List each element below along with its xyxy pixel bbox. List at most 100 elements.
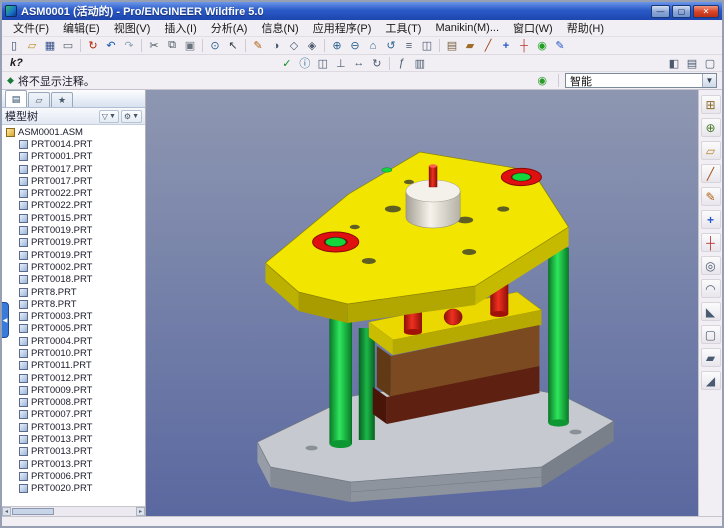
menu-item[interactable]: 分析(A) bbox=[204, 19, 255, 37]
save-icon[interactable]: ▦ bbox=[41, 38, 59, 54]
spin-center-toggle-icon[interactable]: ◉ bbox=[533, 38, 551, 54]
tree-item[interactable]: PRT8.PRT bbox=[2, 286, 145, 298]
guide-pillar-rear[interactable] bbox=[358, 328, 375, 440]
saved-views-icon[interactable]: ≡ bbox=[400, 38, 418, 54]
tree-item[interactable]: PRT0013.PRT bbox=[2, 433, 145, 445]
model-tree-toggle-icon[interactable]: ▤ bbox=[683, 55, 701, 71]
menu-item[interactable]: 工具(T) bbox=[378, 19, 428, 37]
tree-item[interactable]: PRT0019.PRT bbox=[2, 224, 145, 236]
menu-item[interactable]: Manikin(M)... bbox=[428, 21, 506, 35]
copy-icon[interactable]: ⧉ bbox=[163, 38, 181, 54]
tree-item[interactable]: PRT0013.PRT bbox=[2, 458, 145, 470]
tree-item[interactable]: PRT0010.PRT bbox=[2, 347, 145, 359]
datum-planes-toggle-icon[interactable]: ▰ bbox=[461, 38, 479, 54]
graphics-viewport[interactable] bbox=[146, 90, 698, 516]
return-spring-dome[interactable] bbox=[443, 308, 463, 326]
maximize-button[interactable]: ▢ bbox=[672, 4, 691, 18]
shaded-display-icon[interactable]: ◑ bbox=[267, 38, 285, 54]
sketch-tool-icon[interactable]: ✎ bbox=[700, 187, 721, 206]
3d-viewport-canvas[interactable] bbox=[146, 90, 698, 516]
guide-bushing-front[interactable] bbox=[312, 231, 360, 253]
tree-item[interactable]: PRT0011.PRT bbox=[2, 360, 145, 372]
datum-points-toggle-icon[interactable]: + bbox=[497, 38, 515, 54]
reorient-icon[interactable]: ↺ bbox=[382, 38, 400, 54]
menu-item[interactable]: 信息(N) bbox=[254, 19, 305, 37]
menu-item[interactable]: 插入(I) bbox=[157, 19, 203, 37]
tree-item[interactable]: PRT0013.PRT bbox=[2, 446, 145, 458]
tree-item[interactable]: PRT0012.PRT bbox=[2, 372, 145, 384]
guide-pillar-right[interactable] bbox=[548, 247, 569, 427]
repaint-icon[interactable]: ✎ bbox=[249, 38, 267, 54]
tab-favorites[interactable]: ★ bbox=[51, 92, 73, 107]
tree-item[interactable]: PRT0015.PRT bbox=[2, 212, 145, 224]
tree-item[interactable]: PRT0022.PRT bbox=[2, 200, 145, 212]
feature-refs-icon[interactable]: ◫ bbox=[314, 55, 332, 71]
tree-item[interactable]: PRT0008.PRT bbox=[2, 397, 145, 409]
tree-item[interactable]: PRT8.PRT bbox=[2, 298, 145, 310]
no-hidden-display-icon[interactable]: ◇ bbox=[285, 38, 303, 54]
view-manager-icon[interactable]: ◫ bbox=[418, 38, 436, 54]
selection-filter-combo[interactable]: 智能 ▼ bbox=[565, 73, 717, 88]
print-icon[interactable]: ▭ bbox=[59, 38, 77, 54]
zoom-out-icon[interactable]: ⊖ bbox=[346, 38, 364, 54]
verify-icon[interactable]: ✓ bbox=[278, 55, 296, 71]
tree-item[interactable]: PRT0017.PRT bbox=[2, 175, 145, 187]
context-help-icon[interactable]: k? bbox=[5, 55, 28, 71]
relations-icon[interactable]: ƒ bbox=[393, 55, 411, 71]
menu-item[interactable]: 帮助(H) bbox=[560, 19, 611, 37]
parameters-icon[interactable]: ▥ bbox=[411, 55, 429, 71]
open-folder-icon[interactable]: ▱ bbox=[23, 38, 41, 54]
chevron-down-icon[interactable]: ▼ bbox=[702, 74, 716, 87]
tree-item[interactable]: PRT0019.PRT bbox=[2, 237, 145, 249]
menu-item[interactable]: 编辑(E) bbox=[56, 19, 107, 37]
datum-axes-toggle-icon[interactable]: ╱ bbox=[479, 38, 497, 54]
tree-item[interactable]: PRT0002.PRT bbox=[2, 261, 145, 273]
cut-icon[interactable]: ✂ bbox=[145, 38, 163, 54]
tree-item[interactable]: PRT0003.PRT bbox=[2, 310, 145, 322]
menu-item[interactable]: 文件(F) bbox=[6, 19, 56, 37]
navigator-collapse-handle[interactable]: ◀ bbox=[2, 302, 9, 338]
rib-tool-icon[interactable]: ▰ bbox=[700, 348, 721, 367]
scrollbar-thumb[interactable] bbox=[12, 508, 54, 515]
refit-icon[interactable]: ⌂ bbox=[364, 38, 382, 54]
tree-item[interactable]: PRT0020.PRT bbox=[2, 483, 145, 495]
tree-item[interactable]: PRT0009.PRT bbox=[2, 384, 145, 396]
menu-item[interactable]: 视图(V) bbox=[107, 19, 158, 37]
tree-item[interactable]: PRT0013.PRT bbox=[2, 421, 145, 433]
coordinate-system-icon[interactable]: ┼ bbox=[700, 233, 721, 252]
guide-bushing-rear[interactable] bbox=[500, 167, 542, 187]
undo-icon[interactable]: ↶ bbox=[102, 38, 120, 54]
create-component-icon[interactable]: ⊕ bbox=[700, 118, 721, 137]
display-settings-icon[interactable]: ◧ bbox=[665, 55, 683, 71]
tree-item[interactable]: PRT0017.PRT bbox=[2, 163, 145, 175]
datum-axis-icon[interactable]: ╱ bbox=[700, 164, 721, 183]
rotate-component-icon[interactable]: ↻ bbox=[368, 55, 386, 71]
move-component-icon[interactable]: ↔ bbox=[350, 55, 368, 71]
scroll-right-icon[interactable]: ▸ bbox=[136, 507, 145, 516]
tree-item[interactable]: PRT0019.PRT bbox=[2, 249, 145, 261]
assemble-component-icon[interactable]: ⊞ bbox=[700, 95, 721, 114]
hole-tool-icon[interactable]: ◎ bbox=[700, 256, 721, 275]
tree-item[interactable]: PRT0007.PRT bbox=[2, 409, 145, 421]
new-file-icon[interactable]: ▯ bbox=[5, 38, 23, 54]
tree-item[interactable]: PRT0022.PRT bbox=[2, 187, 145, 199]
close-pane-icon[interactable]: ▢ bbox=[701, 55, 719, 71]
tab-folder-browser[interactable]: ▱ bbox=[28, 92, 50, 107]
select-arrow-icon[interactable]: ↖ bbox=[224, 38, 242, 54]
tree-item[interactable]: PRT0014.PRT bbox=[2, 138, 145, 150]
round-tool-icon[interactable]: ◠ bbox=[700, 279, 721, 298]
shell-tool-icon[interactable]: ▢ bbox=[700, 325, 721, 344]
tree-horizontal-scrollbar[interactable]: ◂ ▸ bbox=[2, 506, 145, 516]
tree-item[interactable]: PRT0006.PRT bbox=[2, 470, 145, 482]
minimize-button[interactable]: — bbox=[651, 4, 670, 18]
tree-root-item[interactable]: ASM0001.ASM bbox=[2, 126, 145, 138]
tree-item[interactable]: PRT0001.PRT bbox=[2, 151, 145, 163]
close-button[interactable]: ✕ bbox=[693, 4, 719, 18]
chamfer-tool-icon[interactable]: ◣ bbox=[700, 302, 721, 321]
info-icon[interactable]: ⓘ bbox=[296, 55, 314, 71]
regenerate-icon[interactable]: ↻ bbox=[84, 38, 102, 54]
paste-icon[interactable]: ▣ bbox=[181, 38, 199, 54]
tree-show-button[interactable]: ▽ ▼ bbox=[98, 109, 119, 123]
menu-item[interactable]: 应用程序(P) bbox=[306, 19, 379, 37]
tree-item[interactable]: PRT0004.PRT bbox=[2, 335, 145, 347]
